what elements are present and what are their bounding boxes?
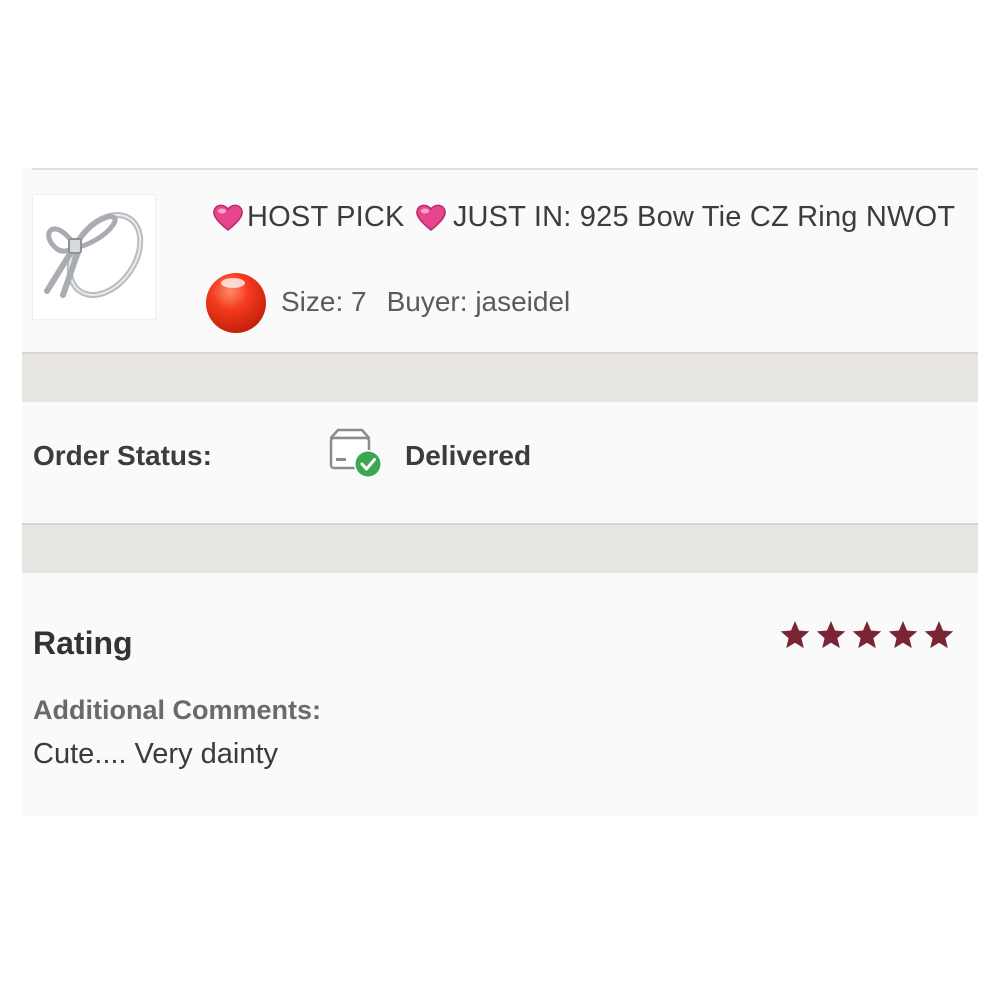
product-thumbnail[interactable] bbox=[32, 194, 156, 320]
star-icon bbox=[852, 621, 882, 649]
star-rating bbox=[779, 619, 959, 653]
pink-heart-icon bbox=[415, 204, 446, 231]
title-item-name: JUST IN: 925 Bow Tie CZ Ring NWOT bbox=[452, 201, 956, 233]
bow-ring-icon bbox=[44, 212, 144, 298]
size-text: Size: 7 bbox=[281, 286, 367, 317]
product-row[interactable]: HOST PICK JUST IN: 925 Bow Tie CZ Ring N… bbox=[22, 170, 978, 352]
star-icon bbox=[816, 621, 846, 649]
comments-text: Cute.... Very dainty bbox=[33, 738, 279, 770]
section-divider bbox=[22, 352, 978, 402]
package-delivered-icon bbox=[329, 428, 382, 478]
product-meta: Size: 7 Buyer: jaseidel bbox=[205, 272, 965, 333]
order-status-label: Order Status: bbox=[33, 440, 212, 471]
comments-label: Additional Comments: bbox=[33, 695, 321, 725]
red-ball-icon bbox=[206, 273, 266, 333]
order-status-row: Order Status: Delivered bbox=[22, 402, 978, 523]
star-icon bbox=[924, 621, 954, 649]
pink-heart-icon bbox=[213, 204, 243, 231]
rating-label: Rating bbox=[33, 625, 133, 661]
order-card: HOST PICK JUST IN: 925 Bow Tie CZ Ring N… bbox=[22, 168, 978, 816]
section-divider bbox=[22, 523, 978, 573]
star-icon bbox=[888, 621, 918, 649]
title-host-pick: HOST PICK bbox=[247, 201, 405, 233]
order-status-value: Delivered bbox=[405, 440, 532, 471]
buyer-text[interactable]: Buyer: jaseidel bbox=[387, 286, 571, 317]
rating-section: Rating Additional Comments: Cute.... Ver… bbox=[22, 573, 978, 816]
product-title[interactable]: HOST PICK JUST IN: 925 Bow Tie CZ Ring N… bbox=[212, 196, 972, 238]
star-icon bbox=[780, 621, 810, 649]
